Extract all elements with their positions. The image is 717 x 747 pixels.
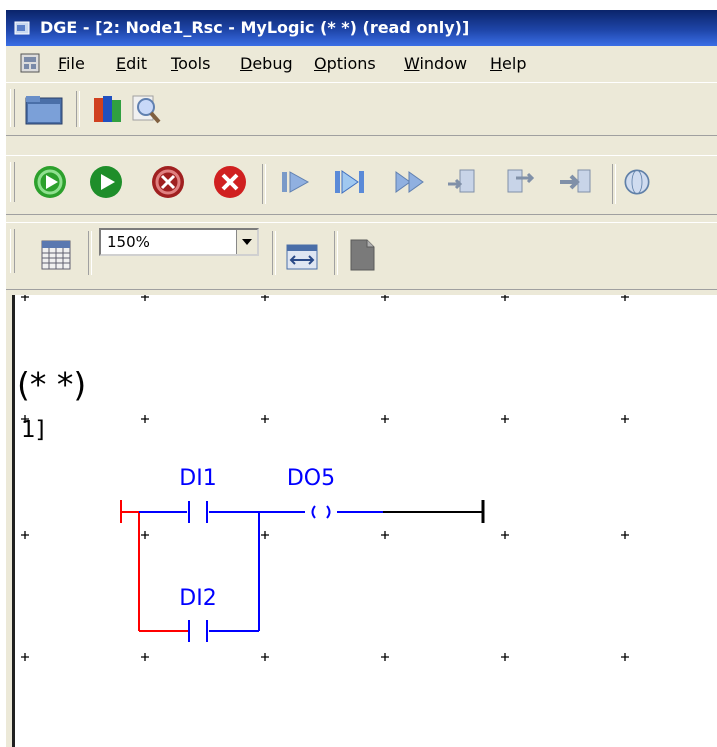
grid-dot [621, 653, 629, 661]
grid-dot [621, 295, 629, 301]
grid-dot [621, 531, 629, 539]
zoom-combobox[interactable]: 150% [99, 228, 259, 256]
play-icon [90, 166, 122, 198]
menu-window[interactable]: Window [404, 54, 467, 73]
toolbar-separator [272, 231, 276, 275]
step-out-button[interactable] [502, 164, 538, 200]
grid-settings-button[interactable] [38, 237, 74, 273]
grid-dot [261, 531, 269, 539]
toolbar-separator [88, 231, 92, 275]
stop-all-icon [152, 166, 184, 198]
stop-button[interactable] [212, 164, 248, 200]
toolbar-separator [334, 231, 338, 275]
magnifier-icon [132, 95, 161, 124]
ladder-wires [120, 500, 485, 632]
ladder-diagram-canvas[interactable]: (* *) 1] DI1 DI2 DO5 [12, 295, 717, 747]
step-over-icon [560, 169, 591, 193]
new-page-button[interactable] [344, 237, 380, 273]
start-button[interactable] [88, 164, 124, 200]
step-out-icon [507, 169, 535, 193]
grid-dot [501, 531, 509, 539]
toolbar-grip[interactable] [10, 229, 15, 273]
title-bar[interactable]: DGE - [2: Node1_Rsc - MyLogic (* *) (rea… [6, 10, 717, 46]
toolbar-grip[interactable] [10, 162, 15, 202]
contact-di1[interactable]: DI1 [179, 466, 217, 523]
toolbar-separator [262, 164, 266, 204]
step-over-button[interactable] [558, 164, 594, 200]
grid-dot [21, 653, 29, 661]
toolbar-debug [6, 155, 717, 215]
grid-icon [41, 240, 71, 270]
app-icon [14, 21, 30, 35]
menu-tools[interactable]: Tools [171, 54, 210, 73]
grid-dot [261, 653, 269, 661]
menu-help[interactable]: Help [490, 54, 526, 73]
toolbar-separator [76, 91, 80, 127]
toolbar-grip[interactable] [10, 89, 15, 127]
fast-forward-button[interactable] [392, 164, 428, 200]
step-into-icon [448, 169, 475, 193]
grid-dot [381, 531, 389, 539]
menu-bar: File Edit Tools Debug Options Window Hel… [6, 48, 717, 80]
menu-edit[interactable]: Edit [116, 54, 147, 73]
contact-di2[interactable]: DI2 [179, 586, 217, 642]
ladder-diagram: (* *) 1] DI1 DI2 DO5 [17, 295, 629, 661]
grid-dot [621, 415, 629, 423]
run-all-icon [34, 166, 66, 198]
stop-all-button[interactable] [150, 164, 186, 200]
contact-label: DI1 [179, 466, 216, 491]
toolbar-separator [612, 164, 616, 204]
open-folder-button[interactable] [22, 91, 66, 127]
menu-debug[interactable]: Debug [240, 54, 293, 73]
grid-dot [501, 295, 509, 301]
page-icon [350, 239, 375, 271]
grid-dot [141, 653, 149, 661]
grid-dot [501, 415, 509, 423]
document-system-icon[interactable] [20, 53, 40, 73]
coil-do5[interactable]: DO5 [287, 466, 335, 519]
grid-dot [141, 415, 149, 423]
step-icon [335, 170, 364, 194]
zoom-value: 150% [107, 233, 150, 251]
toolbar-main [6, 82, 717, 136]
toolbar-view: 150% [6, 222, 717, 290]
swap-view-button[interactable] [284, 239, 320, 275]
stop-icon [214, 166, 246, 198]
grid-dot [261, 295, 269, 301]
fast-forward-icon [395, 171, 424, 193]
grid-dot [381, 415, 389, 423]
inspect-button[interactable] [128, 91, 164, 127]
grid-dot [21, 295, 29, 301]
grid-dot [21, 531, 29, 539]
dropdown-arrow-icon[interactable] [236, 230, 257, 254]
library-button[interactable] [90, 91, 126, 127]
window-title: DGE - [2: Node1_Rsc - MyLogic (* *) (rea… [40, 18, 470, 37]
books-icon [94, 96, 121, 122]
rung-number: 1] [21, 417, 45, 443]
grid-dot [381, 653, 389, 661]
step-button[interactable] [332, 164, 368, 200]
coil-label: DO5 [287, 466, 335, 491]
contact-label: DI2 [179, 586, 216, 611]
application-window: DGE - [2: Node1_Rsc - MyLogic (* *) (rea… [6, 10, 717, 747]
folder-icon [25, 96, 63, 125]
grid-dot [141, 531, 149, 539]
menu-file[interactable]: File [58, 54, 85, 73]
menu-options[interactable]: Options [314, 54, 376, 73]
start-all-button[interactable] [32, 164, 68, 200]
grid-dot [261, 415, 269, 423]
globe-icon [624, 169, 650, 195]
step-into-button[interactable] [444, 164, 480, 200]
grid-dot [141, 295, 149, 301]
grid-dot [381, 295, 389, 301]
network-button[interactable] [622, 164, 652, 200]
rung-comment: (* *) [17, 365, 86, 404]
swap-window-icon [286, 244, 318, 270]
step-play-icon [282, 171, 310, 193]
resume-button[interactable] [278, 164, 314, 200]
grid-dot [501, 653, 509, 661]
